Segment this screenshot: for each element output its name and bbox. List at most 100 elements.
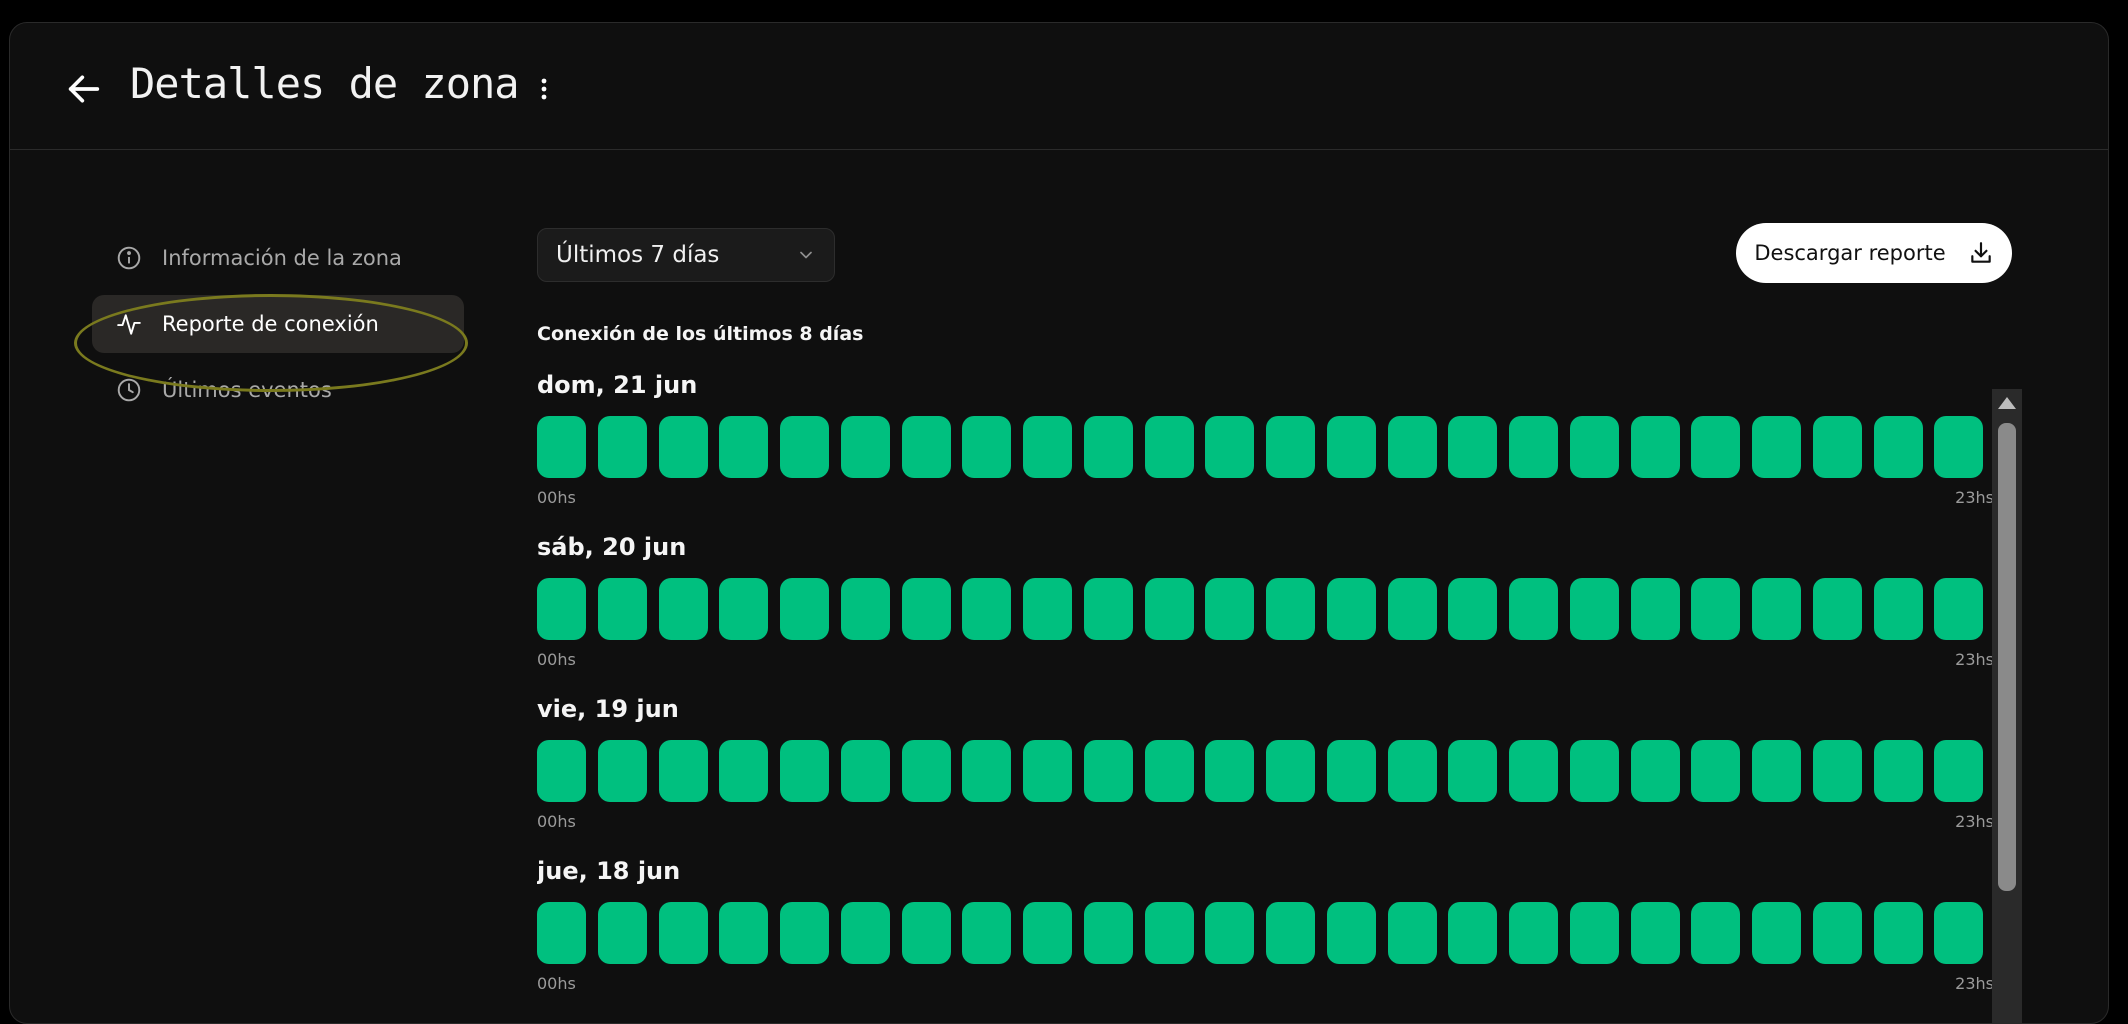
hour-bar[interactable] — [901, 416, 951, 478]
hour-bar[interactable] — [597, 902, 647, 964]
hour-bar[interactable] — [901, 578, 951, 640]
hour-bar[interactable] — [780, 416, 829, 478]
hour-bar[interactable] — [962, 902, 1012, 964]
hour-bar[interactable] — [1691, 902, 1741, 964]
hour-bar[interactable] — [537, 740, 586, 802]
hour-bar[interactable] — [1448, 578, 1498, 640]
hour-bar[interactable] — [1144, 902, 1194, 964]
hour-bar[interactable] — [597, 578, 647, 640]
hour-bar[interactable] — [1266, 902, 1315, 964]
hour-bar[interactable] — [1144, 740, 1194, 802]
scroll-up-arrow-icon[interactable] — [1998, 397, 2016, 409]
hour-bar[interactable] — [1387, 416, 1437, 478]
hour-bar[interactable] — [1266, 578, 1315, 640]
hour-bar[interactable] — [1812, 416, 1862, 478]
date-range-select[interactable]: Últimos 7 días — [537, 228, 835, 282]
hour-bar[interactable] — [1023, 416, 1072, 478]
hour-bar[interactable] — [1023, 578, 1072, 640]
hour-bar[interactable] — [1873, 416, 1923, 478]
hour-bar[interactable] — [1812, 740, 1862, 802]
hour-bar[interactable] — [1569, 416, 1619, 478]
hour-bar[interactable] — [1083, 740, 1133, 802]
hour-bar[interactable] — [840, 578, 890, 640]
hour-bar[interactable] — [780, 578, 829, 640]
hour-bar[interactable] — [537, 416, 586, 478]
hour-bar[interactable] — [780, 740, 829, 802]
hour-bar[interactable] — [1812, 578, 1862, 640]
hour-bar[interactable] — [658, 416, 708, 478]
hour-bar[interactable] — [1509, 740, 1558, 802]
hour-bar[interactable] — [1266, 416, 1315, 478]
hour-bar[interactable] — [658, 902, 708, 964]
hour-bar[interactable] — [719, 740, 769, 802]
hour-bar[interactable] — [597, 740, 647, 802]
hour-bar[interactable] — [1630, 902, 1680, 964]
hour-bar[interactable] — [1691, 578, 1741, 640]
hour-bar[interactable] — [1509, 578, 1558, 640]
hour-bar[interactable] — [1205, 416, 1255, 478]
hour-bar[interactable] — [1934, 740, 1984, 802]
hour-bar[interactable] — [1752, 740, 1801, 802]
hour-bar[interactable] — [658, 740, 708, 802]
hour-bar[interactable] — [1023, 902, 1072, 964]
hour-bar[interactable] — [1448, 740, 1498, 802]
hour-bar[interactable] — [537, 902, 586, 964]
hour-bar[interactable] — [1326, 902, 1376, 964]
hour-bar[interactable] — [840, 902, 890, 964]
hour-bar[interactable] — [1387, 902, 1437, 964]
hour-bar[interactable] — [1144, 416, 1194, 478]
hour-bar[interactable] — [719, 416, 769, 478]
hour-bar[interactable] — [1873, 578, 1923, 640]
hour-bar[interactable] — [1326, 740, 1376, 802]
hour-bar[interactable] — [1509, 902, 1558, 964]
hour-bar[interactable] — [1205, 902, 1255, 964]
hour-bar[interactable] — [1873, 902, 1923, 964]
hour-bar[interactable] — [1752, 416, 1801, 478]
hour-bar[interactable] — [1934, 902, 1984, 964]
hour-bar[interactable] — [597, 416, 647, 478]
hour-bar[interactable] — [1509, 416, 1558, 478]
sidebar-item-zone-info[interactable]: Información de la zona — [92, 229, 464, 287]
hour-bar[interactable] — [1083, 416, 1133, 478]
hour-bar[interactable] — [1812, 902, 1862, 964]
hour-bar[interactable] — [840, 416, 890, 478]
hour-bar[interactable] — [1752, 578, 1801, 640]
hour-bar[interactable] — [1083, 578, 1133, 640]
scrollbar-thumb[interactable] — [1998, 423, 2016, 891]
hour-bar[interactable] — [780, 902, 829, 964]
hour-bar[interactable] — [1569, 740, 1619, 802]
hour-bar[interactable] — [1934, 416, 1984, 478]
hour-bar[interactable] — [1873, 740, 1923, 802]
more-options-button[interactable] — [526, 67, 562, 111]
hour-bar[interactable] — [962, 578, 1012, 640]
sidebar-item-connection-report[interactable]: Reporte de conexión — [92, 295, 464, 353]
hour-bar[interactable] — [1691, 416, 1741, 478]
hour-bar[interactable] — [1448, 416, 1498, 478]
hour-bar[interactable] — [962, 416, 1012, 478]
hour-bar[interactable] — [1387, 578, 1437, 640]
hour-bar[interactable] — [1326, 416, 1376, 478]
hour-bar[interactable] — [1205, 740, 1255, 802]
hour-bar[interactable] — [719, 578, 769, 640]
back-button[interactable] — [60, 65, 108, 113]
hour-bar[interactable] — [1083, 902, 1133, 964]
hour-bar[interactable] — [1326, 578, 1376, 640]
hour-bar[interactable] — [1387, 740, 1437, 802]
scrollbar[interactable] — [1992, 389, 2022, 1023]
hour-bar[interactable] — [1934, 578, 1984, 640]
hour-bar[interactable] — [1569, 578, 1619, 640]
hour-bar[interactable] — [1144, 578, 1194, 640]
hour-bar[interactable] — [658, 578, 708, 640]
sidebar-item-latest-events[interactable]: Últimos eventos — [92, 361, 464, 419]
hour-bar[interactable] — [840, 740, 890, 802]
hour-bar[interactable] — [1630, 416, 1680, 478]
hour-bar[interactable] — [537, 578, 586, 640]
hour-bar[interactable] — [1448, 902, 1498, 964]
hour-bar[interactable] — [1630, 578, 1680, 640]
hour-bar[interactable] — [901, 902, 951, 964]
hour-bar[interactable] — [962, 740, 1012, 802]
hour-bar[interactable] — [901, 740, 951, 802]
hour-bar[interactable] — [1569, 902, 1619, 964]
hour-bar[interactable] — [1205, 578, 1255, 640]
hour-bar[interactable] — [1023, 740, 1072, 802]
